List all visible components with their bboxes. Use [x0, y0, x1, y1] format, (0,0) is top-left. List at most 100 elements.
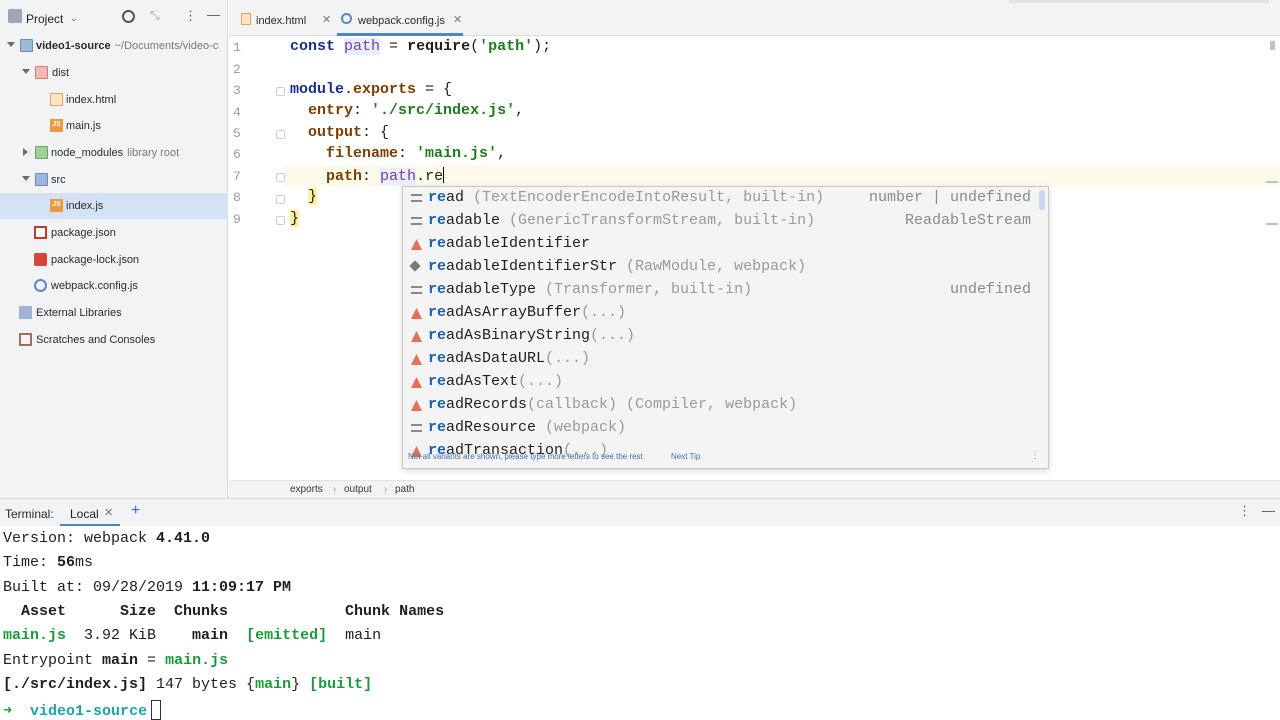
terminal-line: Entrypoint main = main.js	[3, 652, 229, 669]
fold-marker[interactable]	[276, 173, 285, 182]
popup-scrollbar[interactable]	[1039, 190, 1045, 210]
chevron-right-icon[interactable]	[23, 148, 28, 156]
code-line-6: filename: 'main.js',	[326, 145, 507, 162]
tree-item-package-lock-json[interactable]: package-lock.json	[0, 247, 228, 273]
chevron-down-icon[interactable]	[22, 69, 30, 74]
options-menu-icon[interactable]: ⋮	[184, 8, 197, 24]
completion-item-name: readAsBinaryString(...)	[428, 327, 636, 344]
locate-target-icon[interactable]	[122, 10, 135, 23]
text-caret	[443, 167, 445, 183]
code-line-3: module.exports = {	[290, 81, 453, 98]
hide-panel-icon[interactable]: —	[207, 7, 220, 22]
completion-item[interactable]: read (TextEncoderEncodeIntoResult, built…	[403, 187, 1043, 210]
fold-marker[interactable]	[276, 195, 285, 204]
tree-item-scratches[interactable]: Scratches and Consoles	[0, 327, 228, 353]
code-line-8: }	[308, 188, 318, 205]
breadcrumb-item[interactable]: path	[395, 484, 414, 495]
more-options-icon[interactable]: ⋮	[1030, 450, 1040, 461]
tree-item-label: package-lock.json	[51, 254, 140, 266]
completion-item[interactable]: readAsText(...)	[403, 371, 1043, 394]
next-tip-link[interactable]: Next Tip	[671, 452, 700, 461]
close-icon[interactable]: ✕	[453, 13, 462, 26]
terminal-line: Time: 56ms	[3, 554, 94, 571]
completion-item[interactable]: readAsDataURL(...)	[403, 348, 1043, 371]
tree-item-dist-index-html[interactable]: index.html	[0, 87, 228, 113]
html-file-icon	[50, 93, 63, 106]
field-icon	[411, 286, 422, 294]
completion-item[interactable]: readAsBinaryString(...)	[403, 325, 1043, 348]
tree-item-dist[interactable]: dist	[0, 60, 228, 86]
terminal-tab-local[interactable]: Local ✕	[60, 499, 120, 527]
fold-marker[interactable]	[276, 130, 285, 139]
completion-item[interactable]: readableIdentifier	[403, 233, 1043, 256]
completion-item[interactable]: readable (GenericTransformStream, built-…	[403, 210, 1043, 233]
webpack-icon	[34, 279, 47, 292]
folder-icon	[20, 39, 33, 52]
completion-item-name: readAsText(...)	[428, 373, 564, 390]
line-number: 6	[233, 147, 241, 162]
breadcrumb: exports › output › path	[229, 480, 1280, 498]
scrollbar-marker	[1266, 181, 1278, 183]
excluded-folder-icon	[35, 66, 48, 79]
completion-item[interactable]: readResource (webpack)	[403, 417, 1043, 440]
project-view-selector[interactable]: Project	[26, 12, 63, 26]
tab-label: index.html	[256, 15, 307, 27]
completion-item-name: readResource (webpack)	[428, 419, 627, 436]
field-icon	[411, 424, 422, 432]
tree-item-dist-main-js[interactable]: JS main.js	[0, 113, 228, 139]
terminal-cursor	[151, 700, 162, 720]
tab-index-html[interactable]: index.html ✕	[239, 8, 331, 36]
tree-item-webpack-config[interactable]: webpack.config.js	[0, 273, 228, 299]
new-terminal-plus-icon[interactable]: +	[131, 502, 140, 520]
code-line-5: output: {	[308, 124, 390, 141]
method-icon	[411, 400, 422, 411]
fold-marker[interactable]	[276, 87, 285, 96]
line-number: 9	[233, 212, 241, 227]
tree-item-package-json[interactable]: package.json	[0, 220, 228, 246]
completion-item-name: readRecords(callback) (Compiler, webpack…	[428, 396, 798, 413]
project-view-icon[interactable]	[8, 9, 22, 23]
terminal-output[interactable]: Version: webpack 4.41.0 Time: 56ms Built…	[0, 526, 1280, 720]
close-icon[interactable]: ✕	[104, 506, 113, 519]
chevron-down-icon[interactable]	[22, 176, 30, 181]
project-panel-header: Project ⌄ ⤡ ⋮ —	[0, 6, 228, 32]
completion-item-type: undefined	[949, 281, 1031, 298]
scrollbar-marker	[1270, 41, 1275, 50]
completion-item-name: readable (GenericTransformStream, built-…	[428, 212, 816, 229]
completion-item-name: read (TextEncoderEncodeIntoResult, built…	[428, 189, 825, 206]
tree-item-node-modules[interactable]: node_modules library root	[0, 140, 228, 166]
hide-panel-icon[interactable]: —	[1262, 503, 1275, 518]
completion-item-name: readableIdentifierStr (RawModule, webpac…	[428, 258, 807, 275]
method-icon	[411, 354, 422, 365]
tree-item-label: index.js	[66, 200, 104, 212]
tree-item-src-index-js[interactable]: JS index.js	[0, 193, 228, 219]
project-panel: Project ⌄ ⤡ ⋮ — video1-source ~/Documents…	[0, 0, 228, 498]
line-number: 4	[233, 105, 241, 120]
tree-item-project-root[interactable]: video1-source ~/Documents/video-c	[0, 33, 228, 59]
tree-item-external-libraries[interactable]: External Libraries	[0, 300, 228, 326]
breadcrumb-item[interactable]: exports	[290, 484, 323, 495]
code-completion-popup[interactable]: read (TextEncoderEncodeIntoResult, built…	[402, 186, 1049, 469]
tab-webpack-config[interactable]: webpack.config.js ✕	[337, 8, 463, 36]
completion-hint: Not all variants are shown, please type …	[408, 452, 643, 461]
tree-item-label: package.json	[51, 227, 116, 239]
chevron-down-icon[interactable]: ⌄	[70, 13, 78, 24]
npm-file-icon	[34, 226, 47, 239]
completion-item[interactable]: readAsArrayBuffer(...)	[403, 302, 1043, 325]
options-menu-icon[interactable]: ⋮	[1238, 503, 1251, 519]
tree-item-src[interactable]: src	[0, 167, 228, 193]
completion-item[interactable]: readRecords(callback) (Compiler, webpack…	[403, 394, 1043, 417]
completion-item[interactable]: readableIdentifierStr (RawModule, webpac…	[403, 256, 1043, 279]
breadcrumb-item[interactable]: output	[344, 484, 372, 495]
collapse-all-icon[interactable]: ⤡	[150, 8, 160, 23]
method-icon	[411, 239, 422, 250]
completion-item-name: readableType (Transformer, built-in)	[428, 281, 753, 298]
completion-item[interactable]: readableType (Transformer, built-in) unde…	[403, 279, 1043, 302]
chevron-down-icon[interactable]	[7, 42, 15, 47]
fold-marker[interactable]	[276, 216, 285, 225]
terminal-line: main.js 3.92 KiB main [emitted] main	[3, 627, 382, 644]
html-file-icon	[241, 13, 251, 25]
close-icon[interactable]: ✕	[322, 13, 331, 26]
tree-item-label: Scratches and Consoles	[36, 334, 156, 346]
tag-icon	[409, 260, 421, 272]
